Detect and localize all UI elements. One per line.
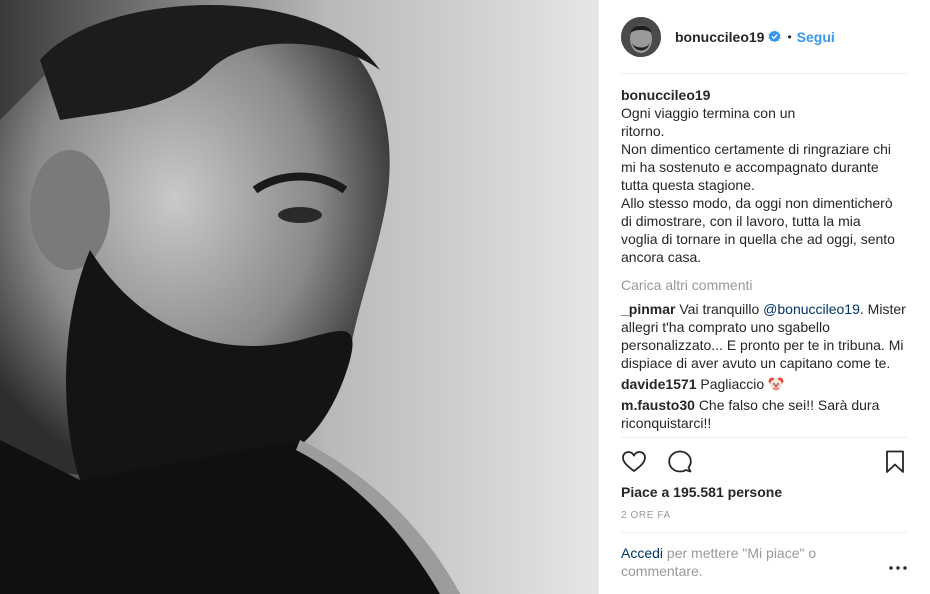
portrait-image	[0, 0, 598, 594]
separator-dot: •	[787, 29, 792, 44]
caption-line: Non dimentico certamente di ringraziare …	[621, 141, 892, 157]
more-options-icon[interactable]	[888, 563, 908, 573]
caption-line: tutta questa stagione.	[621, 177, 755, 193]
action-bar	[621, 448, 908, 476]
login-link[interactable]: Accedi	[621, 545, 663, 561]
follow-button[interactable]: Segui	[797, 29, 835, 45]
avatar-image	[621, 16, 661, 57]
caption-username[interactable]: bonuccileo19	[621, 86, 911, 104]
comment-username[interactable]: m.fausto30	[621, 397, 695, 413]
login-prompt: Accedi per mettere "Mi piace" o commenta…	[621, 544, 871, 580]
load-more-comments-button[interactable]: Carica altri commenti	[621, 276, 911, 294]
caption-line: ancora casa.	[621, 249, 702, 265]
caption-line: mi ha sostenuto e accompagnato durante	[621, 159, 879, 175]
post-photo[interactable]	[0, 0, 598, 594]
instagram-post: bonuccileo19 • Segui bonuccileo19 Ogni v…	[0, 0, 930, 594]
comment-text: Vai tranquillo	[679, 301, 760, 317]
comment-username[interactable]: _pinmar	[621, 301, 675, 317]
actions-divider	[621, 437, 908, 438]
comment-mention-link[interactable]: @bonuccileo19	[763, 301, 860, 317]
verified-badge-icon	[768, 30, 781, 43]
comment-text: Pagliaccio	[700, 376, 765, 392]
header-username[interactable]: bonuccileo19	[675, 29, 764, 45]
login-divider	[621, 532, 908, 533]
caption-line: voglia di tornare in quella che ad oggi,…	[621, 231, 895, 247]
header-divider	[621, 73, 908, 74]
comment-item: m.fausto30 Che falso che sei!! Sarà dura…	[621, 396, 911, 432]
comments-section: bonuccileo19 Ogni viaggio termina con un…	[621, 86, 911, 435]
comment-item: davide1571 Pagliaccio	[621, 375, 911, 393]
bookmark-icon[interactable]	[882, 449, 908, 475]
caption-line: di dimostrare, con il lavoro, tutta la m…	[621, 213, 861, 229]
caption: bonuccileo19 Ogni viaggio termina con un…	[621, 86, 911, 266]
comment-username[interactable]: davide1571	[621, 376, 697, 392]
comment-item: _pinmar Vai tranquillo @bonuccileo19. Mi…	[621, 300, 911, 372]
side-panel: bonuccileo19 • Segui bonuccileo19 Ogni v…	[598, 0, 930, 594]
caption-line: Ogni viaggio termina con un	[621, 105, 796, 121]
likes-count[interactable]: Piace a 195.581 persone	[621, 484, 782, 500]
post-header: bonuccileo19 • Segui	[599, 0, 930, 73]
avatar[interactable]	[621, 16, 661, 57]
caption-line: Allo stesso modo, da oggi non dimentiche…	[621, 195, 893, 211]
comment-bubble-icon[interactable]	[667, 449, 693, 475]
heart-icon[interactable]	[621, 449, 647, 475]
caption-line: ritorno.	[621, 123, 665, 139]
post-timestamp[interactable]: 2 ORE FA	[621, 510, 671, 521]
clown-face-emoji	[768, 377, 784, 391]
